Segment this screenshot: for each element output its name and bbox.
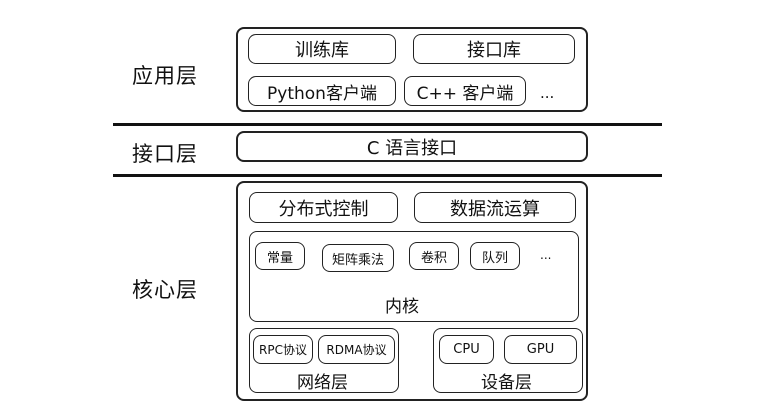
distributed-control: 分布式控制 <box>249 192 398 223</box>
dataflow-compute: 数据流运算 <box>414 192 576 223</box>
kernel-item-conv: 卷积 <box>409 242 459 270</box>
cpu-device: CPU <box>439 335 494 364</box>
kernel-item-matmul: 矩阵乘法 <box>322 244 394 272</box>
rpc-protocol: RPC协议 <box>253 335 313 364</box>
rdma-protocol: RDMA协议 <box>318 335 395 364</box>
divider-line-top <box>113 123 662 126</box>
kernel-ellipsis: ... <box>540 248 552 262</box>
core-layer-label: 核心层 <box>132 278 198 302</box>
kernel-item-label: 卷积 <box>420 250 447 266</box>
dataflow-compute-label: 数据流运算 <box>450 198 540 220</box>
gpu-device: GPU <box>504 335 577 364</box>
interface-library-label: 接口库 <box>467 40 521 61</box>
gpu-device-label: GPU <box>526 342 555 357</box>
kernel-item-label: 队列 <box>481 250 508 266</box>
network-layer-label: 网络层 <box>297 373 348 393</box>
cpp-client: C++ 客户端 <box>404 76 526 106</box>
kernel-item-queue: 队列 <box>470 242 520 270</box>
cpu-device-label: CPU <box>453 342 480 357</box>
divider-line-bottom <box>113 174 662 177</box>
kernel-item-label: 矩阵乘法 <box>331 252 384 268</box>
interface-layer-label: 接口层 <box>132 142 198 166</box>
app-ellipsis: ... <box>540 84 555 102</box>
training-library: 训练库 <box>248 34 396 64</box>
rpc-protocol-label: RPC协议 <box>259 343 307 357</box>
interface-library: 接口库 <box>413 34 575 64</box>
kernel-item-label: 常量 <box>266 250 293 266</box>
rdma-protocol-label: RDMA协议 <box>326 343 387 357</box>
app-layer-label: 应用层 <box>132 64 198 88</box>
kernel-label: 内核 <box>385 297 419 317</box>
c-api-label: C 语言接口 <box>366 137 458 159</box>
kernel-item-constant: 常量 <box>255 242 305 270</box>
c-api-box: C 语言接口 <box>236 131 588 162</box>
device-layer-label: 设备层 <box>481 373 532 393</box>
training-library-label: 训练库 <box>295 40 349 61</box>
python-client-label: Python客户端 <box>267 83 377 104</box>
python-client: Python客户端 <box>248 76 396 106</box>
distributed-control-label: 分布式控制 <box>278 198 369 220</box>
cpp-client-label: C++ 客户端 <box>416 83 514 104</box>
